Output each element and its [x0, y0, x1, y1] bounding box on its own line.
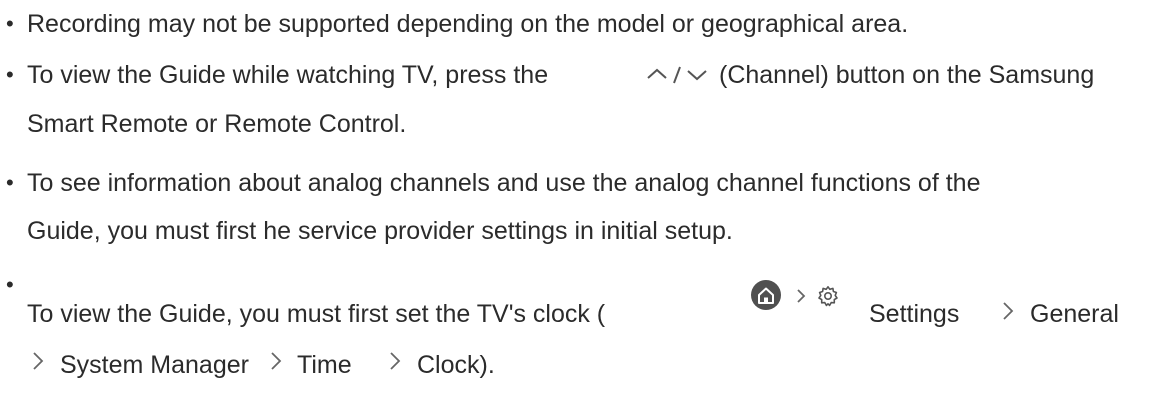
note-clock-part1: To view the Guide, you must first set th…: [27, 300, 606, 328]
bullet: •: [6, 272, 14, 297]
note-guide-channel-part2: (Channel) button on the Samsung: [719, 61, 1095, 89]
chevron-right-icon: [387, 350, 403, 372]
note-analog-line2: Guide, you must first he service provide…: [27, 217, 733, 245]
bullet: •: [6, 62, 14, 87]
chevron-right-icon: [268, 350, 284, 372]
bullet: •: [6, 170, 14, 195]
path-settings: Settings: [869, 300, 960, 328]
path-system-manager: System Manager: [60, 351, 249, 379]
home-icon: [750, 279, 782, 311]
note-recording: Recording may not be supported depending…: [27, 10, 909, 38]
path-general: General: [1030, 300, 1119, 328]
chevron-right-icon: [1000, 300, 1016, 322]
note-analog-line1: To see information about analog channels…: [27, 169, 981, 197]
note-guide-channel-line2: Smart Remote or Remote Control.: [27, 110, 407, 138]
gear-icon: [817, 285, 839, 307]
note-guide-channel-part1: To view the Guide while watching TV, pre…: [27, 61, 549, 89]
chevron-right-icon: [795, 288, 807, 304]
path-time: Time: [297, 351, 352, 379]
path-clock: Clock).: [417, 351, 495, 379]
chevron-right-icon: [30, 350, 46, 372]
bullet: •: [6, 11, 14, 36]
channel-up-down-icon: [646, 64, 710, 86]
guide-notes: • Recording may not be supported dependi…: [0, 0, 1171, 405]
